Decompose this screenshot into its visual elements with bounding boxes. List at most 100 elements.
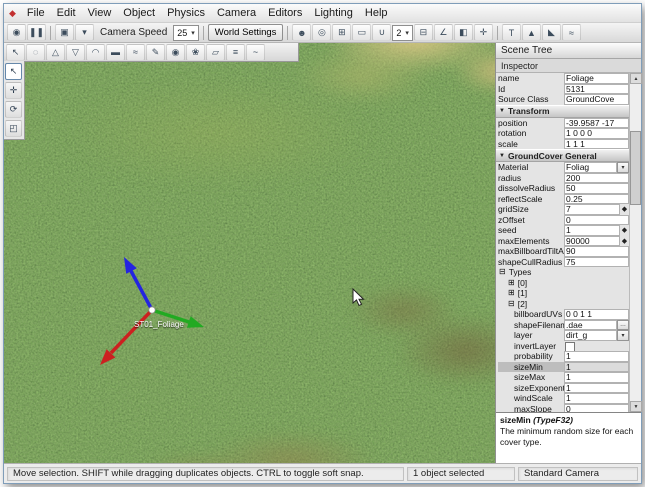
snap-size-select[interactable]: 2 ▾ xyxy=(392,24,413,41)
inspector-scrollbar[interactable]: ▲ ▼ xyxy=(629,73,642,412)
radius-field[interactable]: 200 xyxy=(564,172,629,183)
dissolveRadius-field[interactable]: 50 xyxy=(564,183,629,194)
types-item-2[interactable]: ⊟ [2] xyxy=(496,299,629,310)
billboardUVs-field[interactable]: 0 0 1 1 xyxy=(564,309,629,320)
terrain-lower-icon[interactable]: ▽ xyxy=(66,43,85,61)
camera-icon[interactable]: ▣ xyxy=(55,24,74,41)
name-field[interactable]: Foliage xyxy=(564,73,629,84)
visibility-icon[interactable]: ◎ xyxy=(312,24,332,41)
windScale-field[interactable]: 1 xyxy=(564,393,629,404)
sizeMax-field[interactable]: 1 xyxy=(564,372,629,383)
maxElements-stepper[interactable]: ◆ xyxy=(620,236,629,247)
probability-field[interactable]: 1 xyxy=(564,351,629,362)
zOffset-field[interactable]: 0 xyxy=(564,214,629,225)
collapse-icon[interactable]: ⊟ xyxy=(499,268,506,276)
types-item-0[interactable]: ⊞ [0] xyxy=(496,278,629,289)
select-tool[interactable]: ↖ xyxy=(5,63,22,80)
move-tool[interactable]: ✛ xyxy=(5,82,22,99)
object-center-icon[interactable]: ◧ xyxy=(453,24,473,41)
rotate-tool[interactable]: ⟳ xyxy=(5,101,22,118)
terrain-noise-icon[interactable]: ≈ xyxy=(126,43,145,61)
text-tool-button[interactable]: T xyxy=(501,24,521,41)
menu-camera[interactable]: Camera xyxy=(211,6,262,20)
section-groundcover-general[interactable]: ▼ GroundCover General xyxy=(496,149,629,162)
world-settings-button[interactable]: World Settings xyxy=(207,24,284,41)
terrain-flatten-icon[interactable]: ▬ xyxy=(106,43,125,61)
menu-physics[interactable]: Physics xyxy=(161,6,211,20)
axis-gizmo-icon[interactable]: ✛ xyxy=(473,24,493,41)
bounds-snap-icon[interactable]: ▭ xyxy=(352,24,372,41)
material-browse-button[interactable]: ▾ xyxy=(617,162,629,173)
river-tool-icon[interactable]: ~ xyxy=(246,43,265,61)
shapeFilename-field[interactable]: .dae xyxy=(564,319,617,330)
mountain-icon[interactable]: ◣ xyxy=(541,24,561,41)
inspector-header[interactable]: Inspector xyxy=(496,59,641,73)
viewport-3d[interactable]: ↖ ◌ △ ▽ ◠ ▬ ≈ ✎ ◉ ❀ ▱ ≡ ~ ↖ ✛ ⟳ ◰ ST01_F… xyxy=(4,43,495,463)
id-field[interactable]: 5131 xyxy=(564,83,629,94)
position-field[interactable]: -39.9587 -17 xyxy=(564,117,629,128)
sizeExponent-field[interactable]: 1 xyxy=(564,382,629,393)
shapeCullRadius-field[interactable]: 75 xyxy=(564,256,629,267)
layer-dropdown-button[interactable]: ▾ xyxy=(617,330,629,341)
sizeMin-field[interactable]: 1 xyxy=(564,361,629,372)
menu-view[interactable]: View xyxy=(82,6,118,20)
foliage-brush-icon[interactable]: ❀ xyxy=(186,43,205,61)
terrain-raise-icon[interactable]: △ xyxy=(46,43,65,61)
scale-field[interactable]: 1 1 1 xyxy=(564,138,629,149)
types-tree-root[interactable]: ⊟ Types xyxy=(496,267,629,278)
rotation-field[interactable]: 1 0 0 0 xyxy=(564,128,629,139)
scene-tree-header[interactable]: Scene Tree xyxy=(496,43,641,59)
eraser-icon[interactable]: ▱ xyxy=(206,43,225,61)
gridSize-stepper[interactable]: ◆ xyxy=(620,204,629,215)
angle-snap-icon[interactable]: ∠ xyxy=(433,24,453,41)
camera-speed-select[interactable]: 25 ▾ xyxy=(173,24,199,41)
translate-gizmo[interactable] xyxy=(72,235,232,375)
player-icon[interactable]: ☻ xyxy=(292,24,312,41)
magnet-icon[interactable]: ∪ xyxy=(372,24,392,41)
types-item-1[interactable]: ⊞ [1] xyxy=(496,288,629,299)
scroll-up-icon[interactable]: ▲ xyxy=(630,73,642,84)
menu-editors[interactable]: Editors xyxy=(262,6,308,20)
gizmo-origin-handle[interactable] xyxy=(148,306,156,314)
shapeFilename-browse-button[interactable]: … xyxy=(617,319,629,330)
maxSlope-field[interactable]: 0 xyxy=(564,403,629,412)
lasso-icon[interactable]: ◌ xyxy=(26,43,45,61)
pause-icon[interactable]: ❚❚ xyxy=(27,24,46,41)
gizmo-z-axis[interactable] xyxy=(124,257,154,311)
expand-icon[interactable]: ⊞ xyxy=(508,278,515,287)
camera-dropdown-icon[interactable]: ▾ xyxy=(75,24,94,41)
snap-size-value: 2 xyxy=(396,27,402,38)
paint-brush-icon[interactable]: ✎ xyxy=(146,43,165,61)
material-field[interactable]: Foliag xyxy=(564,162,617,173)
source-class-field[interactable]: GroundCove xyxy=(564,94,629,105)
maxElements-field[interactable]: 90000 xyxy=(564,235,620,246)
menu-help[interactable]: Help xyxy=(359,6,394,20)
seed-stepper[interactable]: ◆ xyxy=(620,225,629,236)
scrollbar-thumb[interactable] xyxy=(630,131,641,205)
layer-dropdown[interactable]: dirt_g xyxy=(564,330,617,341)
grid-size-icon[interactable]: ⊟ xyxy=(413,24,433,41)
scroll-down-icon[interactable]: ▼ xyxy=(630,401,642,412)
eyedropper-icon[interactable]: ◉ xyxy=(166,43,185,61)
world-icon[interactable]: ◉ xyxy=(7,24,26,41)
water-icon[interactable]: ≈ xyxy=(561,24,581,41)
menu-edit[interactable]: Edit xyxy=(51,6,82,20)
road-tool-icon[interactable]: ≡ xyxy=(226,43,245,61)
menu-file[interactable]: File xyxy=(21,6,51,20)
section-transform[interactable]: ▼ Transform xyxy=(496,104,629,118)
collapse-icon[interactable]: ⊟ xyxy=(508,299,515,308)
menu-lighting[interactable]: Lighting xyxy=(308,6,359,20)
gizmo-x-axis[interactable] xyxy=(100,308,154,365)
scale-tool[interactable]: ◰ xyxy=(5,120,22,137)
grid-snap-icon[interactable]: ⊞ xyxy=(332,24,352,41)
terrain-icon[interactable]: ▲ xyxy=(521,24,541,41)
select-arrow-icon[interactable]: ↖ xyxy=(6,43,25,61)
terrain-smooth-icon[interactable]: ◠ xyxy=(86,43,105,61)
invertLayer-checkbox[interactable] xyxy=(565,341,575,352)
gridSize-field[interactable]: 7 xyxy=(564,204,620,215)
seed-field[interactable]: 1 xyxy=(564,225,620,236)
reflectScale-field[interactable]: 0.25 xyxy=(564,193,629,204)
menu-object[interactable]: Object xyxy=(117,6,161,20)
expand-icon[interactable]: ⊞ xyxy=(508,289,515,297)
maxBillboardTiltAngle-field[interactable]: 90 xyxy=(564,246,629,257)
